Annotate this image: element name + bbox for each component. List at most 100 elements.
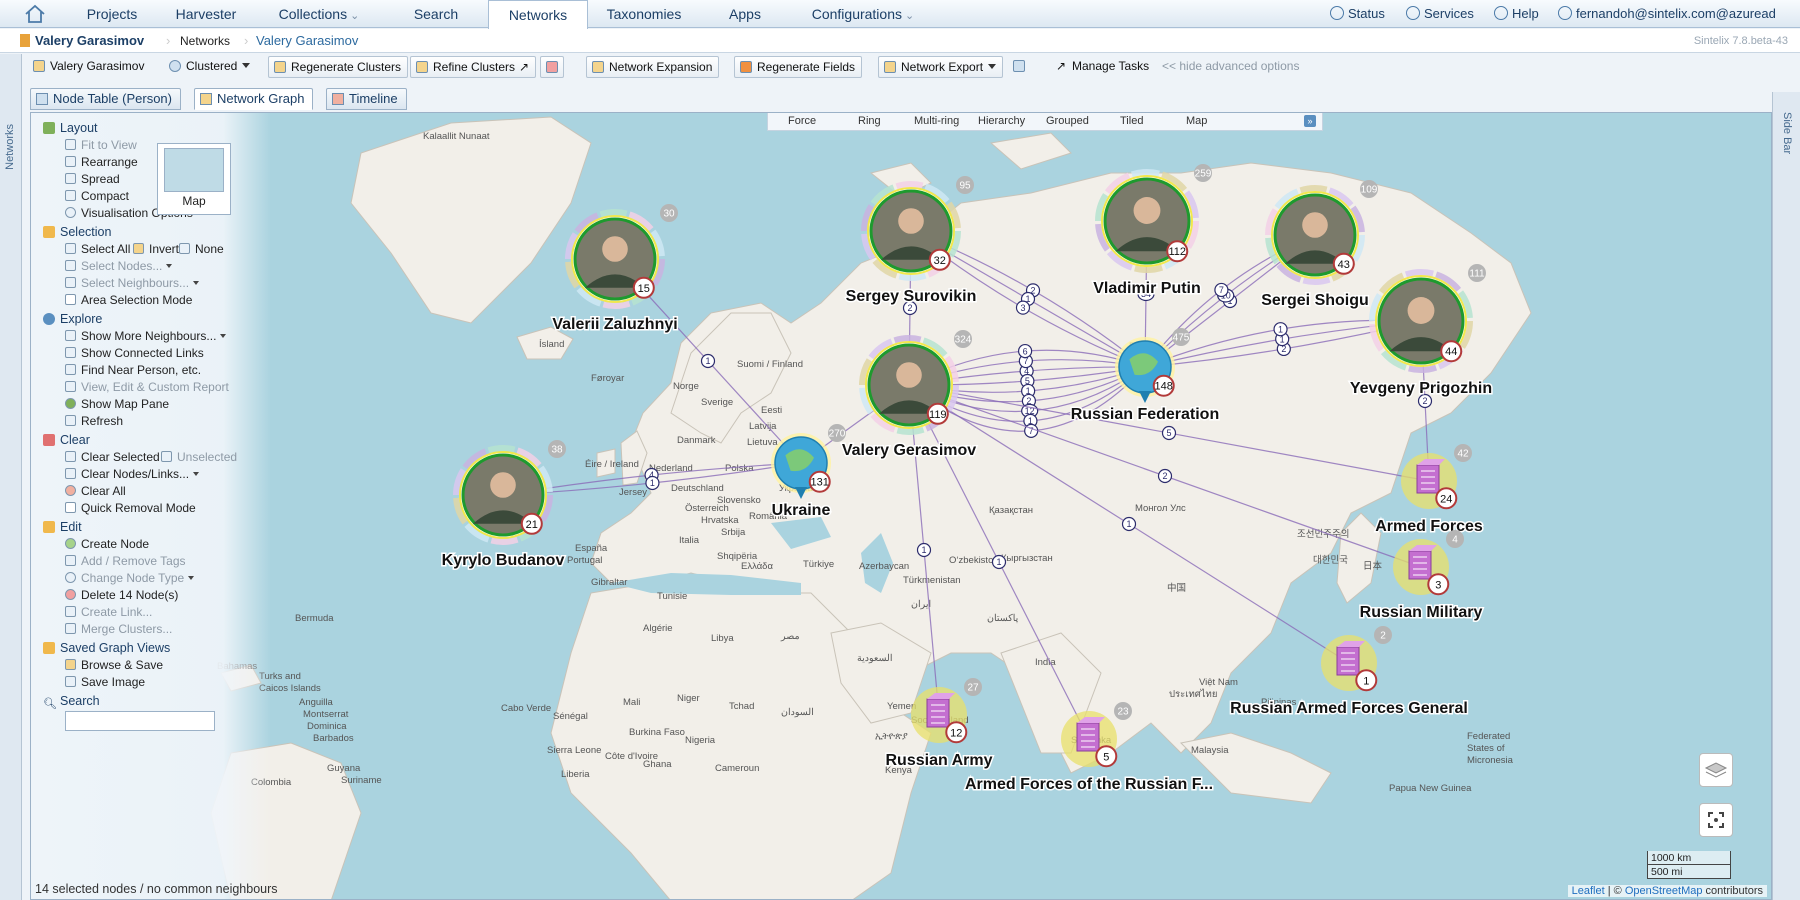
map-layer[interactable]: Kalaallit Nunaat Ísland Føroyar NorgeSverig… — [31, 113, 1772, 900]
user-menu[interactable]: fernandoh@sintelix.com@azuread — [1558, 0, 1776, 28]
custom-report-button[interactable]: View, Edit & Custom Report — [65, 380, 229, 394]
graph-node-budanov[interactable]: 38 21 Kyrylo Budanov — [440, 440, 566, 571]
map-place-label: Монгол Улс — [1135, 503, 1186, 514]
node-total-count: 27 — [967, 683, 979, 694]
create-node-button[interactable]: Create Node — [65, 537, 149, 551]
network-graph-canvas[interactable]: Kalaallit Nunaat Ísland Føroyar Norge Sverig… — [30, 112, 1772, 900]
nav-tab-networks[interactable]: Networks — [488, 0, 588, 29]
refine-clusters-button[interactable]: Refine Clusters ↗ — [410, 56, 537, 78]
select-all-button[interactable]: Select All — [65, 242, 130, 256]
rearrange-icon — [65, 156, 76, 167]
help-link[interactable]: Help — [1494, 0, 1539, 28]
saved-views-icon — [43, 642, 55, 654]
nav-tab-collections[interactable]: Collections ⌄ — [262, 0, 376, 28]
network-expansion-button[interactable]: Network Expansion — [586, 56, 720, 78]
clear-selected-button[interactable]: Clear Selected — [65, 450, 160, 464]
map-layout-button[interactable]: Map — [157, 143, 231, 215]
layout-force[interactable]: Force — [788, 115, 816, 127]
edge-count-label: 1 — [705, 356, 710, 366]
clear-unselected-button[interactable]: Unselected — [161, 450, 237, 464]
select-none-button[interactable]: None — [179, 242, 224, 256]
tab-timeline[interactable]: Timeline — [326, 88, 407, 110]
node-count: 12 — [950, 727, 962, 739]
layout-map[interactable]: Map — [1186, 115, 1207, 127]
tab-node-table[interactable]: Node Table (Person) — [30, 88, 181, 110]
fit-to-view-button[interactable]: Fit to View — [65, 138, 137, 152]
home-icon[interactable] — [24, 4, 46, 24]
services-link[interactable]: Services — [1406, 0, 1474, 28]
layout-grouped[interactable]: Grouped — [1046, 115, 1089, 127]
browse-icon — [65, 659, 76, 670]
nav-tab-search[interactable]: Search — [394, 0, 478, 28]
network-selector[interactable]: Valery Garasimov — [28, 56, 150, 78]
osm-link[interactable]: OpenStreetMap — [1625, 885, 1703, 897]
select-neighbours-dropdown[interactable]: Select Neighbours... — [65, 276, 200, 290]
graph-node-zaluzhnyi[interactable]: 30 15 Valerii Zaluzhnyi — [551, 204, 679, 335]
layout-ring[interactable]: Ring — [858, 115, 881, 127]
breadcrumb-networks[interactable]: Networks — [180, 29, 230, 53]
nav-tab-configurations[interactable]: Configurations ⌄ — [798, 0, 928, 28]
show-more-neighbours-dropdown[interactable]: Show More Neighbours... — [65, 329, 227, 343]
nav-tab-apps[interactable]: Apps — [710, 0, 780, 28]
compact-button[interactable]: Compact — [65, 189, 129, 203]
invert-selection-button[interactable]: Invert — [133, 242, 179, 256]
add-remove-tags-button[interactable]: Add / Remove Tags — [65, 554, 186, 568]
layout-hierarchy[interactable]: Hierarchy — [978, 115, 1025, 127]
breadcrumb-project[interactable]: Valery Garasimov — [20, 29, 144, 53]
tab-network-graph[interactable]: Network Graph — [194, 88, 314, 110]
graph-search-input[interactable] — [65, 711, 215, 731]
node-count: 21 — [526, 519, 538, 531]
layout-type-bar: Force Ring Multi-ring Hierarchy Grouped Tiled… — [767, 113, 1323, 131]
fullscreen-button[interactable] — [1699, 803, 1733, 837]
print-button[interactable] — [1008, 56, 1032, 78]
merge-clusters-button[interactable]: Merge Clusters... — [65, 622, 172, 636]
node-count: 131 — [811, 477, 829, 489]
regenerate-fields-button[interactable]: Regenerate Fields — [734, 56, 863, 78]
create-link-button[interactable]: Create Link... — [65, 605, 152, 619]
rearrange-button[interactable]: Rearrange — [65, 155, 138, 169]
regenerate-clusters-button[interactable]: Regenerate Clusters — [268, 56, 409, 78]
find-near-person-button[interactable]: Find Near Person, etc. — [65, 363, 201, 377]
change-node-type-dropdown[interactable]: Change Node Type — [65, 571, 195, 585]
clear-nodes-links-dropdown[interactable]: Clear Nodes/Links... — [65, 467, 200, 481]
hide-advanced-options-link[interactable]: << hide advanced options — [1156, 56, 1305, 78]
show-map-pane-button[interactable]: Show Map Pane — [65, 397, 169, 411]
layers-button[interactable] — [1699, 753, 1733, 787]
create-node-icon — [65, 538, 76, 549]
browse-save-button[interactable]: Browse & Save — [65, 658, 163, 672]
graph-node-general[interactable]: 2 1 Russian Armed Forces General — [1229, 626, 1469, 719]
node-label: Yevgeny Prigozhin — [1350, 380, 1492, 397]
map-place-label: Ghana — [643, 759, 672, 770]
side-bar-strip[interactable]: Side Bar — [1772, 92, 1800, 900]
delete-nodes-button[interactable]: Delete 14 Node(s) — [65, 588, 178, 602]
layout-tiled[interactable]: Tiled — [1120, 115, 1143, 127]
refresh-button[interactable]: Refresh — [65, 414, 123, 428]
manage-tasks-button[interactable]: ↗ Manage Tasks — [1050, 56, 1155, 78]
status-link[interactable]: Status — [1330, 0, 1385, 28]
network-export-button[interactable]: Network Export — [878, 56, 1004, 78]
map-place-label: Danmark — [677, 435, 716, 446]
delete-icon — [65, 589, 76, 600]
nav-tab-taxonomies[interactable]: Taxonomies — [596, 0, 692, 28]
layout-multi-ring[interactable]: Multi-ring — [914, 115, 959, 127]
node-label: Ukraine — [772, 502, 831, 519]
networks-side-strip[interactable]: Networks — [0, 54, 22, 900]
cluster-mode-dropdown[interactable]: Clustered — [164, 56, 256, 78]
layout-bar-collapse-icon[interactable]: » — [1304, 115, 1316, 127]
save-image-button[interactable]: Save Image — [65, 675, 145, 689]
project-icon — [20, 34, 30, 47]
breadcrumb-current: Valery Garasimov — [256, 33, 359, 48]
nav-tab-projects[interactable]: Projects — [74, 0, 150, 28]
select-nodes-dropdown[interactable]: Select Nodes... — [65, 259, 173, 273]
area-selection-checkbox[interactable]: Area Selection Mode — [65, 293, 192, 307]
clear-all-icon — [65, 485, 76, 496]
cluster-settings-button[interactable] — [540, 56, 564, 78]
show-connected-links-button[interactable]: Show Connected Links — [65, 346, 204, 360]
leaflet-link[interactable]: Leaflet — [1572, 885, 1605, 897]
clear-all-button[interactable]: Clear All — [65, 484, 126, 498]
quick-removal-checkbox[interactable]: Quick Removal Mode — [65, 501, 196, 515]
nav-tab-harvester[interactable]: Harvester — [160, 0, 252, 28]
map-place-label: Nigeria — [685, 735, 716, 746]
node-label: Sergey Surovikin — [846, 288, 977, 305]
spread-button[interactable]: Spread — [65, 172, 120, 186]
